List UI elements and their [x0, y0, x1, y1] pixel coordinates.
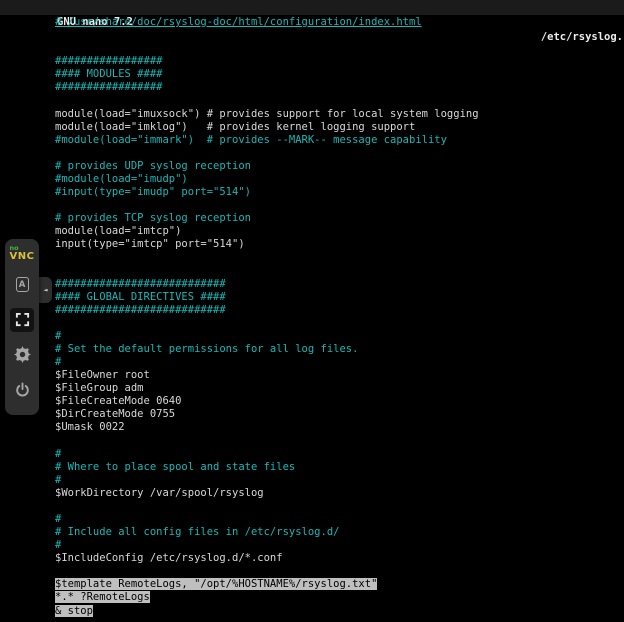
editor-line: #### GLOBAL DIRECTIVES #### — [55, 291, 624, 304]
editor-line: #module(load="imudp") — [55, 173, 624, 186]
editor-line: module(load="imuxsock") # provides suppo… — [55, 108, 624, 121]
editor-line: ################# — [55, 81, 624, 94]
editor-line — [55, 264, 624, 277]
editor-line: # — [55, 356, 624, 369]
selected-text: *.* ?RemoteLogs — [55, 591, 150, 603]
editor-line: module(load="imtcp") — [55, 225, 624, 238]
editor-line: $Umask 0022 — [55, 421, 624, 434]
editor-line: # /usr/share/doc/rsyslog-doc/html/config… — [55, 16, 624, 29]
editor-line: $template RemoteLogs, "/opt/%HOSTNAME%/r… — [55, 578, 624, 591]
selected-text: & stop — [55, 605, 93, 617]
novnc-logo: no VNC — [10, 245, 35, 262]
editor-line — [55, 500, 624, 513]
power-button[interactable] — [10, 378, 34, 402]
editor-line: ########################### — [55, 304, 624, 317]
editor-line: $DirCreateMode 0755 — [55, 408, 624, 421]
selected-text: $template RemoteLogs, "/opt/%HOSTNAME%/r… — [55, 578, 377, 590]
nano-titlebar: GNU nano 7.2 /etc/rsyslog. — [0, 0, 624, 15]
editor-line: ########################### — [55, 278, 624, 291]
editor-line — [55, 29, 624, 42]
editor-line: # — [55, 513, 624, 526]
editor-line: $FileOwner root — [55, 369, 624, 382]
editor-line — [55, 317, 624, 330]
editor-line: # — [55, 474, 624, 487]
editor-line: #input(type="imudp" port="514") — [55, 186, 624, 199]
editor-line: # Where to place spool and state files — [55, 461, 624, 474]
vnc-control-bar: no VNC A — [5, 239, 39, 415]
vnc-panel-collapse-handle[interactable]: ◄ — [39, 277, 52, 303]
editor-line — [55, 199, 624, 212]
editor-line: #module(load="immark") # provides --MARK… — [55, 134, 624, 147]
editor-line — [55, 94, 624, 107]
editor-line: $IncludeConfig /etc/rsyslog.d/*.conf — [55, 552, 624, 565]
editor-content[interactable]: # /usr/share/doc/rsyslog-doc/html/config… — [55, 16, 624, 622]
settings-button[interactable] — [10, 343, 34, 367]
editor-line: #### MODULES #### — [55, 68, 624, 81]
editor-line: # — [55, 539, 624, 552]
editor-line: # provides UDP syslog reception — [55, 160, 624, 173]
gear-icon — [14, 346, 31, 363]
editor-line — [55, 42, 624, 55]
clipboard-button[interactable]: A — [10, 273, 34, 297]
editor-line: input(type="imtcp" port="514") — [55, 238, 624, 251]
editor-line: # — [55, 330, 624, 343]
editor-line: ################# — [55, 55, 624, 68]
collapse-arrow-icon: ◄ — [43, 286, 47, 294]
editor-line: & stop — [55, 605, 624, 618]
screen: { "titlebar": { "app": "GNU nano 7.2", "… — [0, 0, 624, 622]
editor-line — [55, 435, 624, 448]
editor-line: # provides TCP syslog reception — [55, 212, 624, 225]
editor-line: $FileCreateMode 0640 — [55, 395, 624, 408]
editor-line — [55, 565, 624, 578]
editor-line: # Set the default permissions for all lo… — [55, 343, 624, 356]
fullscreen-icon — [15, 312, 30, 327]
editor-line: *.* ?RemoteLogs — [55, 591, 624, 604]
editor-line: # Include all config files in /etc/rsysl… — [55, 526, 624, 539]
editor-line: # — [55, 448, 624, 461]
editor-line: $FileGroup adm — [55, 382, 624, 395]
novnc-logo-bottom: VNC — [10, 252, 35, 262]
editor-line: module(load="imklog") # provides kernel … — [55, 121, 624, 134]
fullscreen-button[interactable] — [10, 308, 34, 332]
editor-line: $WorkDirectory /var/spool/rsyslog — [55, 487, 624, 500]
editor-line — [55, 251, 624, 264]
editor-line — [55, 147, 624, 160]
power-icon — [15, 382, 30, 397]
clipboard-a-icon: A — [16, 277, 29, 292]
